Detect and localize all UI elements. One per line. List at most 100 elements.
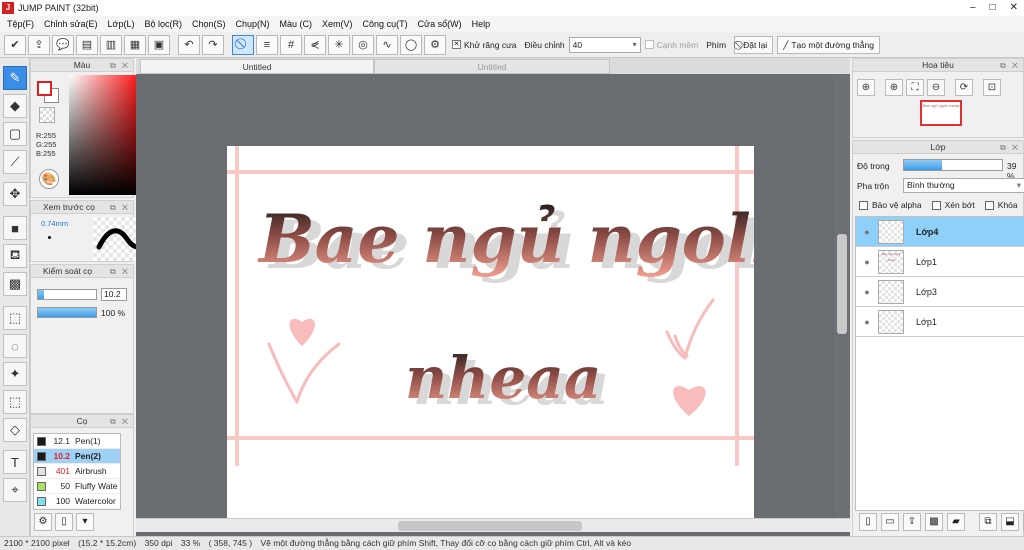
line-tool-icon[interactable]: ⟋ (3, 150, 27, 174)
menu-filter[interactable]: Bộ lọc(R) (139, 16, 187, 32)
navigator-thumbnail[interactable]: Bae ngủ ngoll nheaa (920, 100, 962, 126)
new-layer-icon[interactable]: ▯ (859, 513, 877, 531)
brush-item[interactable]: 100 Watercolor (34, 494, 120, 509)
panel-controls-icon[interactable]: ⧉ ✕ (110, 201, 130, 214)
vertical-scroll-thumb[interactable] (837, 234, 847, 334)
snap-curve-icon[interactable]: ∿ (376, 34, 398, 55)
close-button[interactable]: ✕ (1010, 0, 1018, 15)
panel-controls-icon[interactable]: ⧉ ✕ (110, 415, 130, 428)
brush-size-value[interactable]: 10.2 (101, 288, 127, 301)
document-icon[interactable]: ▥ (100, 34, 122, 55)
layer-row[interactable]: ● Lớp4 (856, 217, 1024, 247)
import-layer-icon[interactable]: ⇪ (903, 513, 921, 531)
transparent-color-swatch[interactable] (39, 107, 55, 123)
new-folder-icon[interactable]: ▰ (947, 513, 965, 531)
soft-edge-checkbox[interactable]: Cạnh mềm (644, 40, 698, 50)
panel-controls-icon[interactable]: ⧉ ✕ (110, 59, 130, 72)
foreground-color-swatch[interactable] (37, 81, 52, 96)
flip-icon[interactable]: ⊡ (983, 79, 1001, 96)
layer-visibility-icon[interactable]: ● (856, 227, 878, 237)
brush-tool-icon[interactable]: ✎ (3, 66, 27, 90)
grid-layout-icon[interactable]: ▣ (148, 34, 170, 55)
layer-row[interactable]: ● Lớp3 (856, 277, 1024, 307)
horizontal-scroll-thumb[interactable] (398, 521, 582, 531)
protect-alpha-checkbox[interactable]: Bảo vệ alpha (859, 200, 922, 210)
snap-ellipse-icon[interactable]: ◯ (400, 34, 422, 55)
maximize-button[interactable]: □ (990, 0, 996, 15)
rotate-icon[interactable]: ⟳ (955, 79, 973, 96)
brush-item[interactable]: 401 Airbrush (34, 464, 120, 479)
merge-layer-icon[interactable]: ⬓ (1001, 513, 1019, 531)
zoom-in-icon[interactable]: ⊕ (857, 79, 875, 96)
new-layer-copy-icon[interactable]: ▭ (881, 513, 899, 531)
lock-checkbox[interactable]: Khóa (984, 200, 1018, 210)
layer-visibility-icon[interactable]: ● (856, 257, 878, 267)
undo-icon[interactable]: ↶ (178, 34, 200, 55)
snap-settings-icon[interactable]: ⚙ (424, 34, 446, 55)
brush-item[interactable]: 12.1 Pen(1) (34, 434, 120, 449)
speech-bubble-icon[interactable]: 💬 (52, 34, 74, 55)
snap-perspective-icon[interactable]: ⋞ (304, 34, 326, 55)
duplicate-layer-icon[interactable]: ⧉ (979, 513, 997, 531)
select-pen-tool-icon[interactable]: ⬚ (3, 390, 27, 414)
antialias-checkbox[interactable]: ✕ Khử răng cưa (452, 40, 517, 50)
horizontal-scrollbar[interactable] (136, 518, 850, 532)
page-icon[interactable]: ▦ (124, 34, 146, 55)
select-rect-tool-icon[interactable]: ⬚ (3, 306, 27, 330)
zoom-in-plus-icon[interactable]: ⊕ (885, 79, 903, 96)
snap-radial-icon[interactable]: ✳ (328, 34, 350, 55)
clipping-checkbox[interactable]: Xén bớt (931, 200, 975, 210)
menu-help[interactable]: Help (467, 16, 496, 32)
eyedropper-tool-icon[interactable]: ⌖ (3, 478, 27, 502)
select-eraser-tool-icon[interactable]: ◇ (3, 418, 27, 442)
fit-screen-icon[interactable]: ⛶ (906, 79, 924, 96)
saturation-value-picker[interactable] (69, 75, 145, 195)
adjust-select[interactable]: 40 (568, 36, 641, 53)
snap-circle-icon[interactable]: ◎ (352, 34, 374, 55)
bucket-tool-icon[interactable]: ⛾ (3, 244, 27, 268)
minimize-button[interactable]: – (970, 0, 976, 15)
rectangle-tool-icon[interactable]: ▢ (3, 122, 27, 146)
fill-rect-tool-icon[interactable]: ■ (3, 216, 27, 240)
menu-select[interactable]: Chọn(S) (187, 16, 231, 32)
palette-icon[interactable]: 🎨 (39, 169, 59, 189)
export-icon[interactable]: ⇪ (28, 34, 50, 55)
lasso-tool-icon[interactable]: ◌ (3, 334, 27, 358)
menu-layer[interactable]: Lớp(L) (103, 16, 140, 32)
layer-row[interactable]: ● Bae ngủ ngoll nheaa Lớp1 (856, 247, 1024, 277)
text-tool-icon[interactable]: T (3, 450, 27, 474)
blend-mode-select[interactable]: Bình thường (903, 178, 1024, 193)
redo-icon[interactable]: ↷ (202, 34, 224, 55)
new-brush-icon[interactable]: ▯ (55, 513, 73, 531)
panel-controls-icon[interactable]: ⧉ ✕ (110, 265, 130, 278)
vertical-scrollbar[interactable] (834, 74, 850, 532)
snap-off-icon[interactable]: ⃠ (232, 34, 254, 55)
eraser-tool-icon[interactable]: ◆ (3, 94, 27, 118)
new-tone-layer-icon[interactable]: ▩ (925, 513, 943, 531)
tab-untitled-inactive[interactable]: Untitled (374, 59, 610, 74)
drawing-canvas[interactable]: Bae ngủ ngoll Bae ngủ ngoll nheaa nheaa (227, 146, 754, 521)
brush-opacity-slider[interactable] (37, 307, 97, 318)
tab-untitled-active[interactable]: Untitled (140, 59, 374, 74)
layer-visibility-icon[interactable]: ● (856, 317, 878, 327)
layer-visibility-icon[interactable]: ● (856, 287, 878, 297)
zoom-out-icon[interactable]: ⊖ (927, 79, 945, 96)
check-icon[interactable]: ✔ (4, 34, 26, 55)
gradient-tool-icon[interactable]: ▩ (3, 272, 27, 296)
brush-menu-icon[interactable]: ▾ (76, 513, 94, 531)
comment-icon[interactable]: ▤ (76, 34, 98, 55)
move-tool-icon[interactable]: ✥ (3, 182, 27, 206)
layer-opacity-slider[interactable] (903, 159, 1003, 171)
panel-controls-icon[interactable]: ⧉ ✕ (1000, 141, 1020, 154)
brush-settings-icon[interactable]: ⚙ (34, 513, 52, 531)
panel-controls-icon[interactable]: ⧉ ✕ (1000, 59, 1020, 72)
menu-view[interactable]: Xem(V) (317, 16, 358, 32)
menu-color[interactable]: Màu (C) (275, 16, 318, 32)
straight-line-button[interactable]: ╱ Tạo một đường thẳng (777, 35, 880, 54)
menu-tools[interactable]: Công cụ(T) (358, 16, 413, 32)
snap-parallel-icon[interactable]: ≡ (256, 34, 278, 55)
reset-button[interactable]: ⃠ Đặt lại (734, 35, 774, 54)
menu-window[interactable]: Cửa sổ(W) (413, 16, 467, 32)
brush-item[interactable]: 50 Fluffy Wate (34, 479, 120, 494)
menu-edit[interactable]: Chỉnh sửa(E) (39, 16, 103, 32)
